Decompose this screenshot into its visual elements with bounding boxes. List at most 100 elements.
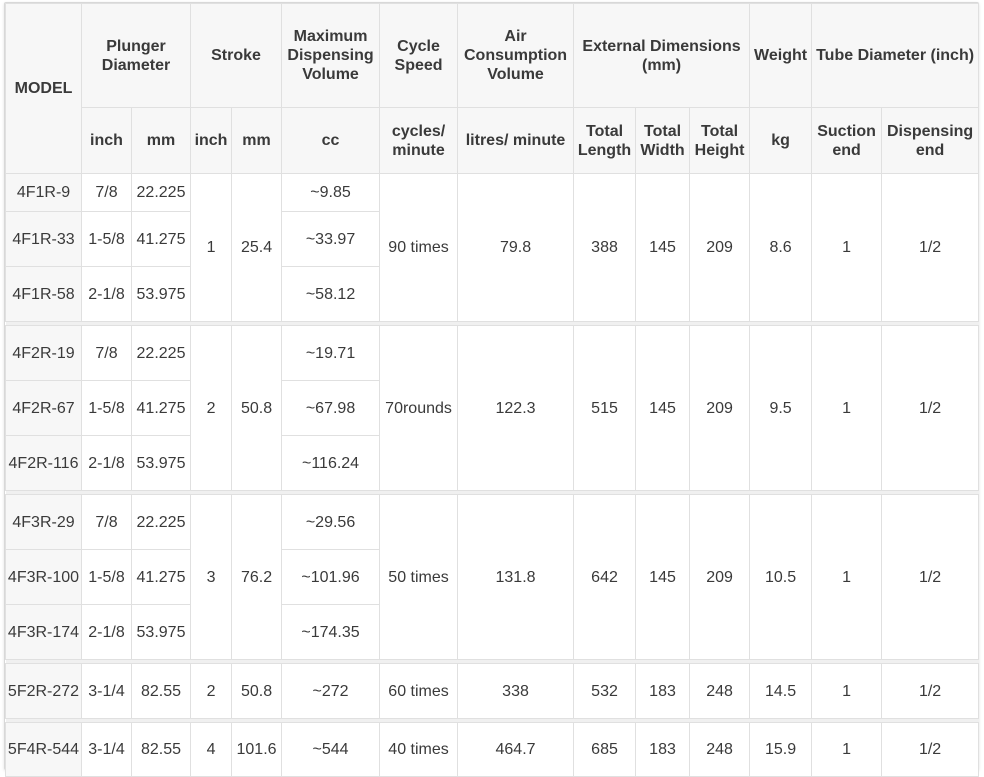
stroke-inch-cell: 3 (190, 494, 233, 660)
table-row: 4F3R-29 7/8 22.225 3 76.2 ~29.56 50 times 131.8… (5, 494, 980, 660)
model-cell: 4F3R-29 (5, 494, 82, 550)
total-height-cell: 248 (689, 663, 751, 719)
suction-end-cell: 1 (811, 173, 883, 322)
header-external-dimensions: External Dimensions (mm) (573, 3, 751, 108)
spec-table-frame: MODEL Plunger Diameter Stroke Maximum Di… (4, 2, 980, 777)
subheader-total-length: Total Length (573, 107, 637, 174)
table-row: 4F2R-19 7/8 22.225 2 50.8 ~19.71 70rounds 122.3… (5, 325, 980, 491)
dispensing-end-cell: 1/2 (881, 325, 980, 491)
plunger-inch-cell: 3-1/4 (81, 722, 132, 777)
air-consumption-cell: 79.8 (457, 173, 575, 322)
suction-end-cell: 1 (811, 494, 883, 660)
weight-cell: 9.5 (749, 325, 813, 491)
subheader-plunger-inch: inch (81, 107, 132, 174)
cycle-speed-cell: 40 times (379, 722, 459, 777)
plunger-inch-cell: 1-5/8 (81, 549, 132, 605)
total-height-cell: 209 (689, 494, 751, 660)
header-plunger-diameter: Plunger Diameter (80, 3, 192, 108)
subheader-plunger-mm: mm (130, 107, 192, 174)
dispensing-end-cell: 1/2 (881, 663, 980, 719)
stroke-inch-cell: 2 (190, 325, 233, 491)
plunger-mm-cell: 53.975 (130, 266, 192, 322)
header-stroke: Stroke (190, 3, 283, 108)
plunger-inch-cell: 1-5/8 (81, 380, 132, 436)
weight-cell: 8.6 (749, 173, 813, 322)
model-cell: 5F4R-544 (5, 722, 82, 777)
model-cell: 4F2R-116 (5, 435, 82, 491)
header-max-dispensing-volume: Maximum Dispensing Volume (281, 3, 381, 108)
stroke-inch-cell: 2 (190, 663, 233, 719)
header-air-consumption: Air Consumption Volume (457, 3, 575, 108)
model-cell: 4F1R-33 (5, 211, 82, 267)
max-volume-cell: ~174.35 (281, 604, 381, 660)
stroke-mm-cell: 50.8 (231, 325, 283, 491)
suction-end-cell: 1 (811, 663, 883, 719)
air-consumption-cell: 122.3 (457, 325, 575, 491)
weight-cell: 10.5 (749, 494, 813, 660)
header-cycle-speed: Cycle Speed (379, 3, 459, 108)
plunger-inch-cell: 7/8 (81, 173, 132, 212)
plunger-mm-cell: 41.275 (130, 380, 192, 436)
plunger-inch-cell: 3-1/4 (81, 663, 132, 719)
header-model: MODEL (5, 3, 82, 174)
stroke-inch-cell: 1 (190, 173, 233, 322)
model-cell: 4F1R-58 (5, 266, 82, 322)
max-volume-cell: ~9.85 (281, 173, 381, 212)
max-volume-cell: ~58.12 (281, 266, 381, 322)
plunger-mm-cell: 41.275 (130, 549, 192, 605)
subheader-cc: cc (281, 107, 381, 174)
dispensing-end-cell: 1/2 (881, 494, 980, 660)
max-volume-cell: ~272 (281, 663, 381, 719)
stroke-mm-cell: 76.2 (231, 494, 283, 660)
plunger-inch-cell: 2-1/8 (81, 435, 132, 491)
plunger-mm-cell: 22.225 (130, 173, 192, 212)
plunger-inch-cell: 7/8 (81, 494, 132, 550)
header-tube-diameter: Tube Diameter (inch) (811, 3, 980, 108)
air-consumption-cell: 338 (457, 663, 575, 719)
total-length-cell: 388 (573, 173, 637, 322)
table-row: 4F1R-9 7/8 22.225 1 25.4 ~9.85 90 times 79.8 388… (5, 173, 980, 322)
max-volume-cell: ~33.97 (281, 211, 381, 267)
plunger-mm-cell: 41.275 (130, 211, 192, 267)
model-cell: 4F2R-67 (5, 380, 82, 436)
total-height-cell: 209 (689, 325, 751, 491)
stroke-mm-cell: 25.4 (231, 173, 283, 322)
subheader-dispensing-end: Dispensing end (881, 107, 980, 174)
cycle-speed-cell: 60 times (379, 663, 459, 719)
subheader-cycles-minute: cycles/ minute (379, 107, 459, 174)
model-cell: 5F2R-272 (5, 663, 82, 719)
subheader-stroke-mm: mm (231, 107, 283, 174)
plunger-inch-cell: 2-1/8 (81, 604, 132, 660)
plunger-mm-cell: 82.55 (130, 722, 192, 777)
weight-cell: 14.5 (749, 663, 813, 719)
subheader-kg: kg (749, 107, 813, 174)
spec-table: MODEL Plunger Diameter Stroke Maximum Di… (5, 3, 980, 777)
total-width-cell: 183 (635, 663, 691, 719)
plunger-mm-cell: 82.55 (130, 663, 192, 719)
cycle-speed-cell: 50 times (379, 494, 459, 660)
suction-end-cell: 1 (811, 325, 883, 491)
cycle-speed-cell: 90 times (379, 173, 459, 322)
stroke-mm-cell: 101.6 (231, 722, 283, 777)
header-row-1: MODEL Plunger Diameter Stroke Maximum Di… (5, 3, 980, 174)
plunger-inch-cell: 1-5/8 (81, 211, 132, 267)
header-row-2: inch mm inch mm cc cycles/ minute litres… (6, 107, 980, 174)
table-row: 5F2R-272 3-1/4 82.55 2 50.8 ~272 60 times 338 53… (5, 663, 980, 719)
plunger-inch-cell: 7/8 (81, 325, 132, 381)
total-length-cell: 515 (573, 325, 637, 491)
cycle-speed-cell: 70rounds (379, 325, 459, 491)
subheader-total-width: Total Width (635, 107, 691, 174)
plunger-mm-cell: 53.975 (130, 604, 192, 660)
max-volume-cell: ~19.71 (281, 325, 381, 381)
model-cell: 4F2R-19 (5, 325, 82, 381)
model-cell: 4F3R-100 (5, 549, 82, 605)
header-weight: Weight (749, 3, 813, 108)
suction-end-cell: 1 (811, 722, 883, 777)
subheader-litres-minute: litres/ minute (457, 107, 575, 174)
max-volume-cell: ~544 (281, 722, 381, 777)
dispensing-end-cell: 1/2 (881, 173, 980, 322)
stroke-mm-cell: 50.8 (231, 663, 283, 719)
air-consumption-cell: 464.7 (457, 722, 575, 777)
total-length-cell: 532 (573, 663, 637, 719)
air-consumption-cell: 131.8 (457, 494, 575, 660)
